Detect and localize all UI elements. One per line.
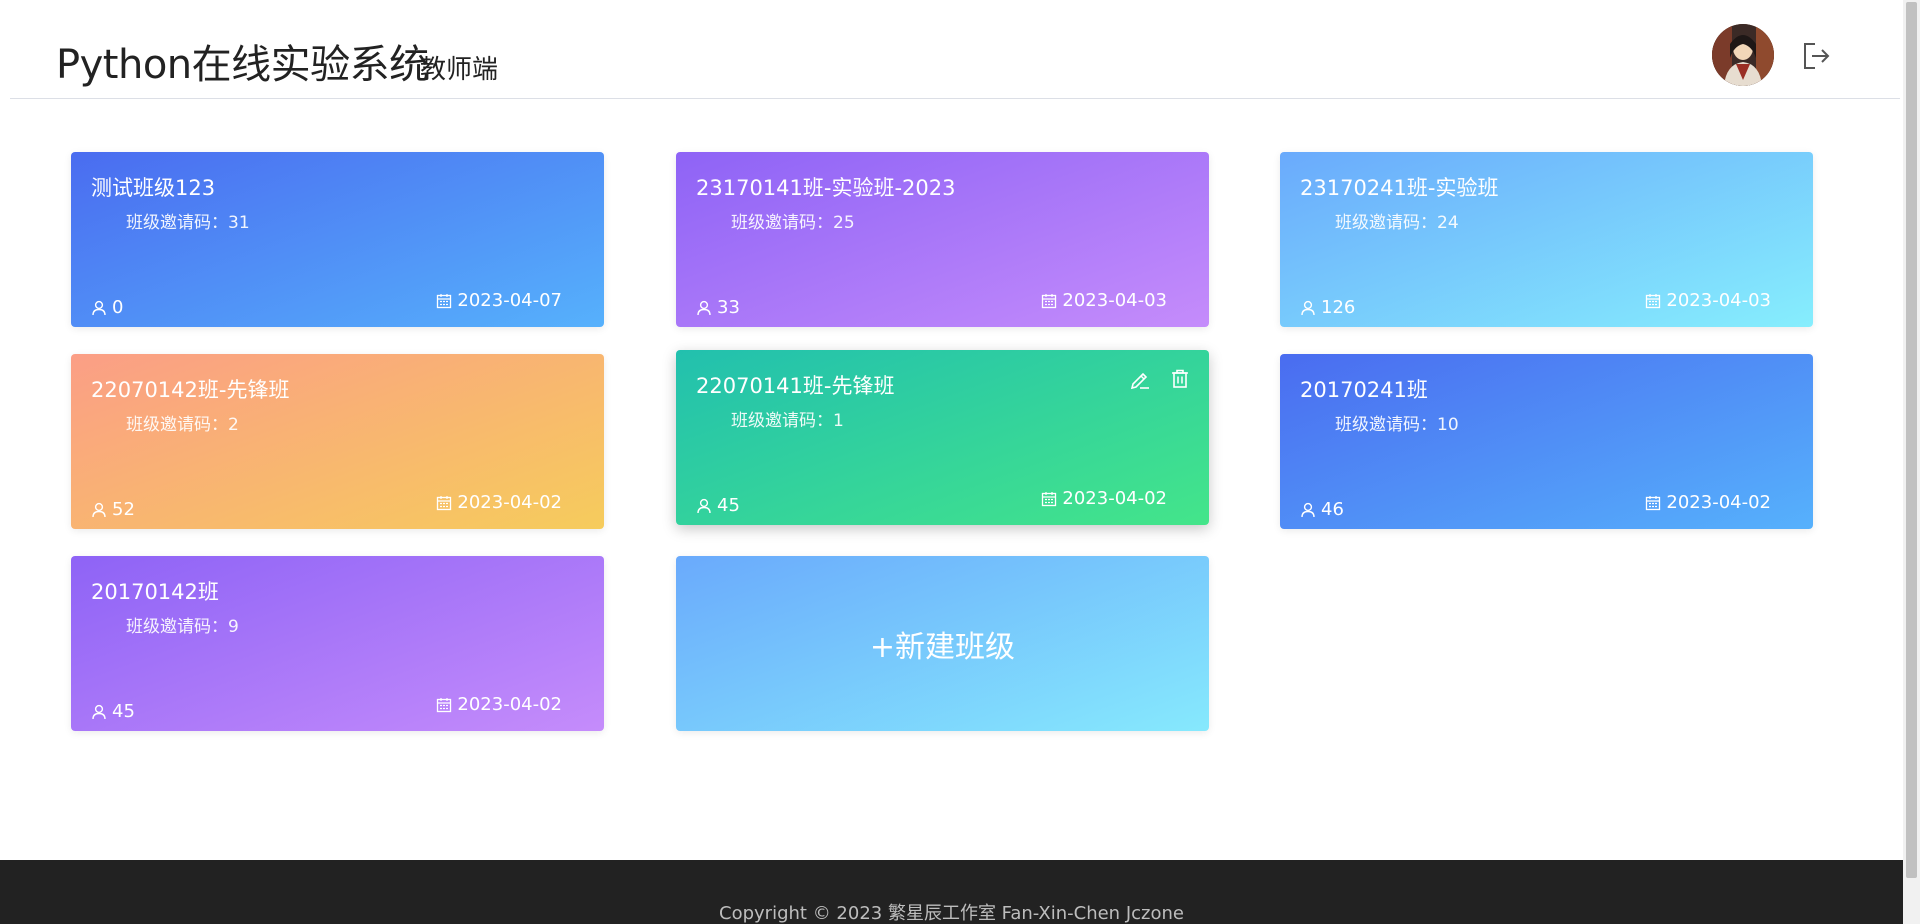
invite-code-value: 9: [228, 617, 239, 637]
class-name: 23170241班-实验班: [1300, 176, 1499, 200]
invite-code-label: 班级邀请码：: [1335, 213, 1437, 233]
created-date: 2023-04-02: [436, 694, 562, 715]
class-name: 测试班级123: [91, 176, 216, 200]
member-count-value: 126: [1321, 297, 1356, 318]
invite-code-value: 1: [833, 411, 844, 431]
invite-code-text: 班级邀请码：10: [1335, 410, 1459, 435]
created-date-value: 2023-04-02: [1666, 492, 1771, 513]
member-count: 33: [696, 297, 740, 318]
member-count-value: 52: [112, 499, 135, 520]
footer: Copyright © 2023 繁星辰工作室 Fan-Xin-Chen Jcz…: [0, 860, 1903, 924]
invite-code-label: 班级邀请码：: [126, 617, 228, 637]
class-card[interactable]: 22070141班-先锋班 班级邀请码：1 45 2023-04-02: [676, 350, 1209, 525]
created-date-value: 2023-04-02: [1062, 488, 1167, 509]
user-icon: [92, 300, 106, 315]
app-subtitle: 教师端: [420, 55, 499, 85]
calendar-icon: [1042, 491, 1057, 506]
member-count-value: 46: [1321, 499, 1344, 520]
invite-code-text: 班级邀请码：24: [1335, 208, 1459, 233]
class-name: 20170142班: [91, 580, 219, 604]
app-title: Python在线实验系统: [56, 42, 429, 88]
user-icon: [697, 300, 711, 315]
created-date: 2023-04-03: [1645, 290, 1771, 311]
user-icon: [697, 498, 711, 513]
edit-button[interactable]: [1129, 368, 1151, 390]
calendar-icon: [1042, 293, 1057, 308]
invite-code-label: 班级邀请码：: [126, 415, 228, 435]
invite-code-value: 25: [833, 213, 855, 233]
invite-code-value: 24: [1437, 213, 1459, 233]
copyright-text: Copyright © 2023 繁星辰工作室 Fan-Xin-Chen Jcz…: [719, 903, 1184, 924]
created-date-value: 2023-04-07: [457, 290, 562, 311]
member-count-value: 0: [112, 297, 124, 318]
invite-code-label: 班级邀请码：: [731, 213, 833, 233]
member-count-value: 45: [112, 701, 135, 722]
invite-code-text: 班级邀请码：25: [731, 208, 855, 233]
calendar-icon: [437, 495, 452, 510]
created-date-value: 2023-04-03: [1666, 290, 1771, 311]
member-count-value: 33: [717, 297, 740, 318]
user-icon: [92, 704, 106, 719]
calendar-icon: [437, 293, 452, 308]
scrollbar-thumb[interactable]: [1906, 2, 1917, 878]
avatar-icon: [1712, 24, 1774, 86]
created-date: 2023-04-07: [436, 290, 562, 311]
class-card[interactable]: 测试班级123 班级邀请码：31 0 2023-04-07: [71, 152, 604, 327]
calendar-icon: [1646, 495, 1661, 510]
created-date-value: 2023-04-02: [457, 694, 562, 715]
invite-code-value: 2: [228, 415, 239, 435]
card-actions: [1129, 368, 1191, 390]
member-count: 126: [1300, 297, 1355, 318]
calendar-icon: [1646, 293, 1661, 308]
calendar-icon: [437, 697, 452, 712]
class-name: 23170141班-实验班-2023: [696, 176, 956, 200]
invite-code-text: 班级邀请码：1: [731, 406, 844, 431]
vertical-scrollbar[interactable]: [1903, 0, 1920, 924]
logout-button[interactable]: [1800, 40, 1832, 72]
trash-icon: [1172, 369, 1188, 388]
invite-code-text: 班级邀请码：2: [126, 410, 239, 435]
invite-code-text: 班级邀请码：31: [126, 208, 250, 233]
member-count: 46: [1300, 499, 1344, 520]
page: Python在线实验系统 教师端 测试班级123 班级邀请码：31 0 2023…: [0, 0, 1920, 924]
created-date: 2023-04-02: [436, 492, 562, 513]
class-card[interactable]: 23170241班-实验班 班级邀请码：24 126 2023-04-03: [1280, 152, 1813, 327]
app-header: Python在线实验系统 教师端: [10, 0, 1900, 99]
class-card[interactable]: 22070142班-先锋班 班级邀请码：2 52 2023-04-02: [71, 354, 604, 529]
created-date: 2023-04-02: [1041, 488, 1167, 509]
member-count-value: 45: [717, 495, 740, 516]
user-icon: [92, 502, 106, 517]
class-name: 20170241班: [1300, 378, 1428, 402]
created-date-value: 2023-04-02: [457, 492, 562, 513]
invite-code-value: 10: [1437, 415, 1459, 435]
class-card[interactable]: 23170141班-实验班-2023 班级邀请码：25 33 2023-04-0…: [676, 152, 1209, 327]
class-name: 22070141班-先锋班: [696, 374, 895, 398]
avatar[interactable]: [1712, 24, 1774, 86]
invite-code-label: 班级邀请码：: [731, 411, 833, 431]
member-count: 0: [91, 297, 123, 318]
member-count: 45: [696, 495, 740, 516]
invite-code-text: 班级邀请码：9: [126, 612, 239, 637]
user-icon: [1301, 502, 1315, 517]
user-icon: [1301, 300, 1315, 315]
class-name: 22070142班-先锋班: [91, 378, 290, 402]
member-count: 52: [91, 499, 135, 520]
logout-icon: [1804, 43, 1830, 69]
created-date-value: 2023-04-03: [1062, 290, 1167, 311]
new-class-button[interactable]: +新建班级: [676, 556, 1209, 731]
invite-code-label: 班级邀请码：: [126, 213, 228, 233]
class-card[interactable]: 20170241班 班级邀请码：10 46 2023-04-02: [1280, 354, 1813, 529]
member-count: 45: [91, 701, 135, 722]
class-card[interactable]: 20170142班 班级邀请码：9 45 2023-04-02: [71, 556, 604, 731]
created-date: 2023-04-02: [1645, 492, 1771, 513]
delete-button[interactable]: [1169, 368, 1191, 390]
created-date: 2023-04-03: [1041, 290, 1167, 311]
edit-icon: [1130, 372, 1149, 390]
invite-code-label: 班级邀请码：: [1335, 415, 1437, 435]
invite-code-value: 31: [228, 213, 250, 233]
